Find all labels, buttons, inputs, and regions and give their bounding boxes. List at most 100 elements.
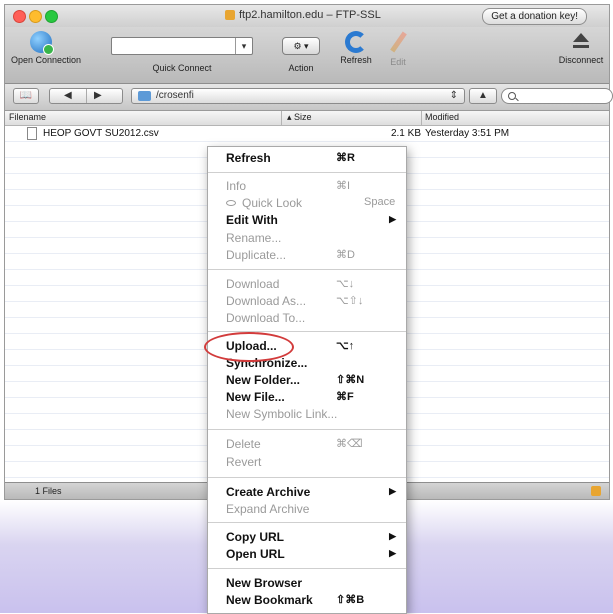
up-down-caret-icon: ⇕	[449, 90, 458, 101]
menu-item-duplicate[interactable]: Duplicate... ⌘D	[208, 246, 406, 264]
menu-item-download-as[interactable]: Download As... ⌥⇧↓	[208, 292, 406, 310]
menu-item-info[interactable]: Info ⌘I	[208, 177, 406, 195]
menu-item-new-file[interactable]: New File... ⌘F	[208, 388, 406, 406]
menu-item-shortcut: ⌘⌫	[336, 438, 363, 450]
book-icon: 📖	[19, 90, 33, 101]
title-bar: ftp2.hamilton.edu – FTP-SSL Get a donati…	[5, 5, 609, 28]
document-icon	[27, 127, 37, 140]
menu-item-label: Quick Look	[242, 196, 303, 210]
submenu-arrow-icon: ▶	[389, 214, 396, 224]
column-separator	[421, 111, 422, 125]
file-row[interactable]: HEOP GOVT SU2012.csv 2.1 KB Yesterday 3:…	[5, 126, 609, 142]
menu-item-new-folder[interactable]: New Folder... ⇧⌘N	[208, 371, 406, 389]
menu-item-new-bookmark[interactable]: New Bookmark ⇧⌘B	[208, 591, 406, 609]
menu-item-label: Expand Archive	[226, 502, 310, 516]
menu-item-shortcut: ⇧⌘B	[336, 594, 365, 606]
submenu-arrow-icon: ▶	[389, 548, 396, 558]
donation-key-button[interactable]: Get a donation key!	[482, 8, 587, 25]
menu-item-label: Revert	[226, 455, 262, 469]
lock-icon	[225, 10, 235, 20]
pencil-icon	[386, 31, 410, 55]
bookmarks-toggle-button[interactable]: 📖	[13, 88, 39, 104]
menu-item-label: Open URL	[226, 547, 285, 561]
up-triangle-icon: ▲	[478, 90, 488, 101]
filename-column-header[interactable]: Filename	[9, 112, 46, 122]
menu-item-open-url[interactable]: Open URL ▶	[208, 545, 406, 563]
zoom-window-button[interactable]	[45, 10, 58, 23]
refresh-icon	[345, 31, 367, 53]
menu-item-edit-with[interactable]: Edit With ▶	[208, 211, 406, 229]
folder-icon	[138, 91, 151, 101]
menu-item-quick-look[interactable]: Quick Look Space	[208, 194, 406, 212]
menu-item-label: Duplicate...	[226, 248, 287, 262]
open-connection-label: Open Connection	[11, 55, 82, 65]
window-title-group: ftp2.hamilton.edu – FTP-SSL	[225, 9, 381, 21]
edit-button[interactable]: Edit	[381, 27, 415, 67]
menu-item-revert[interactable]: Revert	[208, 453, 406, 471]
menu-item-label: Info	[226, 179, 247, 193]
menu-item-new-symbolic-link[interactable]: New Symbolic Link...	[208, 405, 406, 423]
nav-divider	[86, 89, 87, 103]
menu-item-download[interactable]: Download ⌥↓	[208, 275, 406, 293]
menu-item-delete[interactable]: Delete ⌘⌫	[208, 435, 406, 453]
menu-separator	[208, 269, 406, 270]
lock-icon	[591, 486, 601, 496]
forward-arrow-icon[interactable]: ▶	[94, 89, 102, 103]
eye-icon	[226, 200, 236, 206]
globe-icon	[30, 31, 54, 55]
minimize-window-button[interactable]	[29, 10, 42, 23]
path-popup[interactable]: /crosenfi ⇕	[131, 88, 465, 104]
menu-item-label: Delete	[226, 437, 261, 451]
menu-item-shortcut: ⇧⌘N	[336, 374, 365, 386]
menu-item-shortcut: ⌥↑	[336, 340, 355, 352]
back-arrow-icon[interactable]: ◀	[64, 89, 72, 103]
menu-item-label: New Browser	[226, 576, 303, 590]
submenu-arrow-icon: ▶	[389, 486, 396, 496]
action-label: Action	[288, 63, 314, 73]
menu-item-refresh[interactable]: Refresh ⌘R	[208, 149, 406, 167]
action-button[interactable]: ⚙ ▾ Action	[277, 27, 325, 73]
menu-item-expand-archive[interactable]: Expand Archive	[208, 500, 406, 518]
modified-column-header[interactable]: Modified	[425, 112, 459, 122]
size-column-header[interactable]: ▴ Size	[287, 112, 312, 123]
menu-item-label: Rename...	[226, 231, 282, 245]
search-icon	[508, 92, 516, 100]
file-count: 1 Files	[35, 486, 62, 496]
menu-item-download-to[interactable]: Download To...	[208, 309, 406, 327]
refresh-button[interactable]: Refresh	[333, 27, 379, 65]
search-input[interactable]	[501, 88, 613, 104]
menu-item-rename[interactable]: Rename...	[208, 229, 406, 247]
file-size: 2.1 KB	[390, 128, 421, 139]
quick-connect-input[interactable]: ▾	[111, 37, 253, 55]
back-forward-control: ◀ ▶	[49, 88, 123, 104]
menu-item-shortcut: ⌘R	[336, 152, 355, 164]
menu-item-label: New File...	[226, 390, 285, 404]
close-window-button[interactable]	[13, 10, 26, 23]
refresh-label: Refresh	[340, 55, 372, 65]
toolbar: Open Connection ▾ Quick Connect ⚙ ▾ Acti…	[5, 27, 609, 84]
file-modified: Yesterday 3:51 PM	[425, 128, 510, 139]
menu-item-label: Copy URL	[226, 530, 284, 544]
disconnect-button[interactable]: Disconnect	[553, 27, 609, 65]
menu-item-shortcut: ⌘I	[336, 180, 351, 192]
menu-item-label: New Bookmark	[226, 593, 313, 607]
menu-item-label: Edit With	[226, 213, 278, 227]
menu-item-create-archive[interactable]: Create Archive ▶	[208, 483, 406, 501]
menu-item-shortcut: ⌘F	[336, 391, 354, 403]
menu-item-label: Create Archive	[226, 485, 311, 499]
menu-item-copy-url[interactable]: Copy URL ▶	[208, 528, 406, 546]
menu-separator	[208, 429, 406, 430]
parent-directory-button[interactable]: ▲	[469, 88, 497, 104]
open-connection-button[interactable]: Open Connection	[11, 27, 82, 65]
menu-item-label: New Symbolic Link...	[226, 407, 338, 421]
eject-icon	[571, 33, 591, 53]
menu-item-label: Refresh	[226, 151, 271, 165]
menu-item-shortcut: ⌥⇧↓	[336, 295, 364, 307]
chevron-down-icon[interactable]: ▾	[235, 38, 252, 54]
submenu-arrow-icon: ▶	[389, 531, 396, 541]
column-separator	[281, 111, 282, 125]
menu-item-new-browser[interactable]: New Browser	[208, 574, 406, 592]
edit-label: Edit	[390, 57, 406, 67]
quick-connect-group: ▾ Quick Connect	[107, 27, 257, 73]
context-menu: Refresh ⌘R Info ⌘I Quick Look Space Edit…	[207, 146, 407, 614]
